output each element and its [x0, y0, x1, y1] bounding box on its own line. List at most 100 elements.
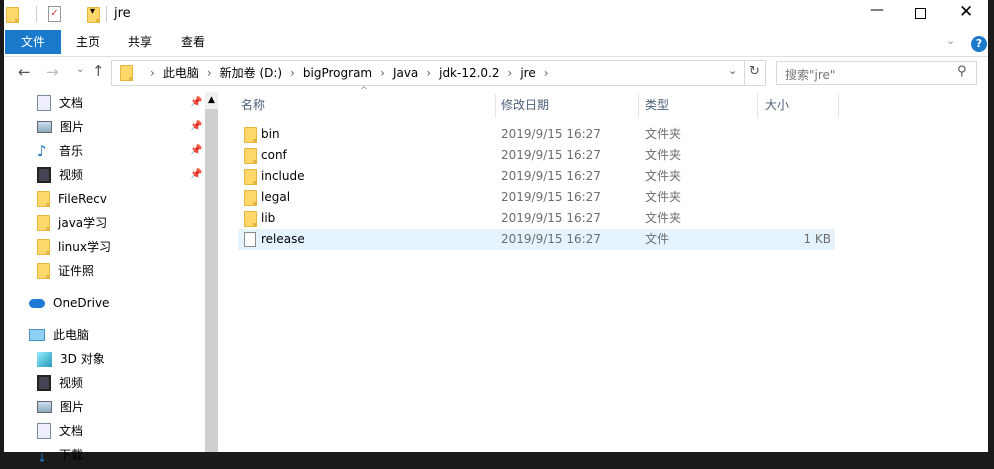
file-row[interactable]: release 2019/9/15 16:27 文件 1 KB — [238, 229, 835, 250]
column-separator[interactable] — [757, 94, 758, 118]
nav-item-downloads[interactable]: ↓ 下载 — [37, 444, 83, 466]
crumb[interactable]: 新加卷 (D:) — [220, 61, 282, 85]
close-button[interactable]: ✕ — [959, 2, 973, 22]
file-name: bin — [261, 127, 280, 141]
column-separator[interactable] — [638, 94, 639, 118]
column-header-date[interactable]: 修改日期 — [501, 94, 549, 116]
nav-item-documents[interactable]: 文档 — [37, 92, 83, 114]
column-separator[interactable] — [495, 94, 496, 118]
crumb[interactable]: Java — [393, 61, 418, 85]
chevron-right-icon: › — [380, 66, 385, 80]
chevron-right-icon: › — [507, 66, 513, 80]
file-date: 2019/9/15 16:27 — [501, 211, 601, 225]
chevron-right-icon: › — [426, 66, 432, 80]
refresh-button[interactable]: ↻ — [749, 64, 760, 79]
chevron-right-icon: › — [290, 66, 295, 80]
pin-icon[interactable]: 📌 — [190, 169, 202, 180]
file-row[interactable]: lib 2019/9/15 16:27 文件夹 — [238, 208, 835, 229]
file-date: 2019/9/15 16:27 — [501, 232, 601, 246]
scroll-up-button[interactable]: ▲ — [205, 92, 218, 109]
sort-ascending-icon: ^ — [360, 86, 368, 96]
column-separator[interactable] — [838, 94, 839, 118]
file-name: conf — [261, 148, 287, 162]
crumb[interactable]: jre — [520, 61, 535, 85]
nav-item-documents-pc[interactable]: 文档 — [37, 420, 83, 442]
nav-item-videos-pc[interactable]: 视频 — [37, 372, 83, 394]
file-type: 文件夹 — [645, 211, 682, 225]
file-row[interactable]: legal 2019/9/15 16:27 文件夹 — [238, 187, 835, 208]
pin-icon[interactable]: 📌 — [190, 145, 202, 156]
file-date: 2019/9/15 16:27 — [501, 127, 601, 141]
file-row[interactable]: bin 2019/9/15 16:27 文件夹 — [238, 124, 835, 145]
picture-icon — [37, 121, 52, 133]
explorer-window: ✓ ▾ jre — ✕ 文件 主页 共享 查看 ⌄ ? ← → ⌄ ↑ › 此电脑… — [4, 0, 988, 465]
file-type: 文件夹 — [645, 148, 682, 162]
nav-item-this-pc[interactable]: 此电脑 — [29, 324, 89, 346]
cloud-icon — [29, 298, 45, 308]
window-title: jre — [114, 6, 131, 21]
file-date: 2019/9/15 16:27 — [501, 169, 601, 183]
file-date: 2019/9/15 16:27 — [501, 190, 601, 204]
file-row[interactable]: conf 2019/9/15 16:27 文件夹 — [238, 145, 835, 166]
file-type: 文件夹 — [645, 169, 682, 183]
chevron-right-icon: › — [206, 66, 212, 80]
file-type: 文件夹 — [645, 190, 682, 204]
maximize-button[interactable] — [915, 8, 926, 19]
tab-home[interactable]: 主页 — [68, 30, 108, 54]
nav-item-filerecv[interactable]: FileRecv — [37, 188, 107, 210]
file-type: 文件 — [645, 232, 670, 246]
nav-item-pictures[interactable]: 图片 — [37, 116, 84, 138]
file-size: 1 KB — [803, 232, 831, 246]
document-icon — [37, 95, 51, 111]
folder-icon — [37, 263, 50, 279]
tab-view[interactable]: 查看 — [173, 30, 213, 54]
breadcrumb: › 此电脑 › 新加卷 (D:) › bigProgram › Java › jdk-12… — [142, 61, 557, 85]
download-icon: ↓ — [37, 451, 48, 465]
column-header-size[interactable]: 大小 — [765, 94, 789, 116]
column-header-type[interactable]: 类型 — [645, 94, 669, 116]
properties-icon[interactable]: ✓ — [48, 6, 61, 22]
file-name: release — [261, 232, 305, 246]
nav-item-videos[interactable]: 视频 — [37, 164, 83, 186]
folder-icon — [37, 215, 50, 231]
nav-item-java[interactable]: java学习 — [37, 212, 107, 234]
up-button[interactable]: ↑ — [92, 62, 105, 80]
search-input[interactable]: 搜索"jre" ⚲ — [776, 61, 977, 85]
nav-item-pictures-pc[interactable]: 图片 — [37, 396, 84, 418]
file-row[interactable]: include 2019/9/15 16:27 文件夹 — [238, 166, 835, 187]
expand-ribbon-icon[interactable]: ⌄ — [946, 34, 955, 47]
nav-item-3d[interactable]: 3D 对象 — [37, 348, 105, 370]
address-dropdown-icon[interactable]: ⌄ — [728, 64, 737, 77]
customize-dropdown-icon[interactable]: ▾ — [90, 6, 95, 17]
folder-icon — [120, 65, 133, 81]
pin-icon[interactable]: 📌 — [190, 97, 202, 108]
back-button[interactable]: ← — [18, 63, 31, 81]
tab-file[interactable]: 文件 — [5, 30, 61, 54]
forward-button[interactable]: → — [46, 63, 59, 81]
recent-locations-icon[interactable]: ⌄ — [76, 64, 84, 75]
divider — [36, 6, 37, 22]
nav-item-id-photo[interactable]: 证件照 — [37, 260, 94, 282]
nav-item-linux[interactable]: linux学习 — [37, 236, 111, 258]
crumb[interactable]: 此电脑 — [163, 61, 199, 85]
divider — [744, 61, 745, 85]
file-date: 2019/9/15 16:27 — [501, 148, 601, 162]
crumb[interactable]: jdk-12.0.2 — [439, 61, 499, 85]
nav-item-onedrive[interactable]: OneDrive — [29, 292, 109, 314]
crumb[interactable]: bigProgram — [303, 61, 372, 85]
pin-icon[interactable]: 📌 — [190, 121, 202, 132]
video-icon — [37, 167, 51, 183]
file-name: lib — [261, 211, 276, 225]
chevron-right-icon: › — [150, 66, 155, 80]
help-icon[interactable]: ? — [971, 36, 987, 52]
address-bar[interactable]: › 此电脑 › 新加卷 (D:) › bigProgram › Java › jdk-12… — [111, 60, 766, 86]
nav-scrollbar[interactable]: ▲ — [205, 92, 218, 452]
file-name: legal — [261, 190, 291, 204]
picture-icon — [37, 401, 52, 413]
navigation-pane: 文档 📌 图片 📌 ♪ 音乐 📌 视频 📌 FileRecv java学习 lin… — [4, 92, 218, 465]
tab-share[interactable]: 共享 — [120, 30, 160, 54]
column-header-name[interactable]: 名称 — [241, 94, 265, 116]
nav-item-music[interactable]: ♪ 音乐 — [37, 140, 83, 162]
minimize-button[interactable]: — — [870, 2, 884, 18]
video-icon — [37, 375, 51, 391]
